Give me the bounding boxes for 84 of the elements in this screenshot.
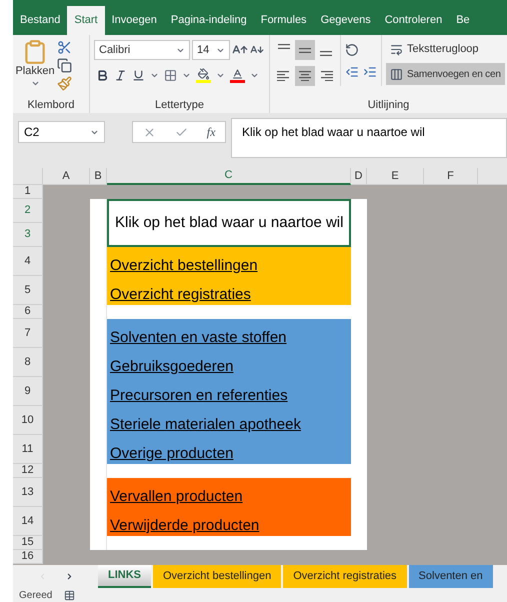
name-box[interactable]: C2: [18, 121, 105, 143]
row-header[interactable]: 12: [13, 464, 43, 478]
sheet-link[interactable]: Overige producten: [110, 446, 234, 461]
group-label: Uitlijning: [368, 98, 410, 113]
caret-icon[interactable]: [216, 71, 225, 80]
sheet-link[interactable]: Verwijderde producten: [110, 518, 260, 533]
row-header[interactable]: 3: [13, 223, 43, 247]
alignment-button[interactable]: [295, 66, 315, 86]
italic-icon[interactable]: [114, 69, 127, 82]
macro-record-icon[interactable]: [64, 590, 76, 600]
scissors-icon[interactable]: [57, 40, 72, 55]
sheet-link[interactable]: Overzicht bestellingen: [110, 258, 258, 273]
column-header[interactable]: C: [107, 168, 351, 185]
increase-indent-icon[interactable]: [363, 65, 377, 79]
row-header[interactable]: 16: [13, 550, 43, 564]
font-color-icon[interactable]: [230, 68, 245, 83]
merge-center-button[interactable]: Samenvoegen en cen: [386, 63, 505, 85]
ribbon-tab[interactable]: Formules: [254, 6, 314, 35]
row-header[interactable]: 6: [13, 305, 43, 319]
formula-field[interactable]: Klik op het blad waar u naartoe wil: [231, 118, 507, 158]
status-text: Gereed: [19, 588, 52, 602]
group-label: Lettertype: [155, 98, 204, 113]
ribbon-tab[interactable]: Pagina-indeling: [164, 6, 254, 35]
caret-icon[interactable]: [150, 71, 159, 80]
sheet-link[interactable]: Gebruiksgoederen: [110, 359, 234, 374]
enter-icon[interactable]: [174, 126, 188, 138]
align-left-icon: [277, 70, 291, 82]
copy-icon[interactable]: [57, 58, 72, 73]
bold-icon[interactable]: [96, 69, 109, 82]
column-header[interactable]: D: [351, 168, 367, 185]
merge-icon: [390, 68, 403, 80]
align-center-icon: [298, 70, 312, 82]
align-middle-icon: [299, 48, 311, 52]
cancel-icon[interactable]: [142, 126, 156, 138]
row-header[interactable]: 13: [13, 478, 43, 507]
caret-icon[interactable]: [182, 71, 191, 80]
row-header[interactable]: 10: [13, 406, 43, 435]
sheet-tab[interactable]: LINKS: [98, 565, 151, 588]
row-header[interactable]: 7: [13, 319, 43, 348]
caret-icon[interactable]: [250, 71, 259, 80]
wrap-text-button[interactable]: Tekstterugloop: [386, 38, 505, 60]
sheet-tab[interactable]: Overzicht bestellingen: [153, 565, 282, 588]
row-header[interactable]: 14: [13, 507, 43, 536]
sheet-link[interactable]: Steriele materialen apotheek: [110, 417, 301, 432]
row-header[interactable]: 1: [13, 185, 43, 199]
ribbon-tab[interactable]: Controleren: [378, 6, 450, 35]
fill-color-icon[interactable]: [196, 68, 211, 83]
align-right-icon: [319, 70, 333, 82]
ribbon-tab[interactable]: Gegevens: [314, 6, 378, 35]
decrease-indent-icon[interactable]: [345, 65, 359, 79]
sheet-link[interactable]: Overzicht registraties: [110, 287, 251, 302]
row-header[interactable]: 5: [13, 276, 43, 305]
alignment-button[interactable]: [295, 40, 315, 60]
row-header[interactable]: 2: [13, 199, 43, 223]
underline-icon[interactable]: [132, 69, 145, 82]
font-size-field[interactable]: 14: [192, 40, 230, 60]
insert-function-button[interactable]: fx: [206, 123, 216, 141]
row-header[interactable]: 11: [13, 435, 43, 464]
sheet-link[interactable]: Precursoren en referenties: [110, 388, 288, 403]
font-name-field[interactable]: Calibri: [94, 40, 190, 60]
borders-icon[interactable]: [164, 69, 177, 82]
align-top-icon: [278, 44, 290, 49]
column-header[interactable]: A: [43, 168, 90, 185]
column-header[interactable]: E: [367, 168, 424, 185]
ribbon-tab[interactable]: Start: [67, 6, 105, 35]
group-label: Klembord: [27, 98, 75, 113]
wrap-text-icon: [390, 42, 403, 56]
sheet-link[interactable]: Vervallen producten: [110, 489, 243, 504]
sheet-tab[interactable]: Solventen en: [408, 565, 493, 588]
column-header[interactable]: B: [90, 168, 107, 185]
row-header[interactable]: 9: [13, 377, 43, 406]
orientation-icon[interactable]: [345, 43, 359, 57]
row-header[interactable]: 4: [13, 247, 43, 276]
ribbon-tab[interactable]: Invoegen: [104, 6, 164, 35]
sheet-tab[interactable]: Overzicht registraties: [283, 565, 407, 588]
row-header[interactable]: 8: [13, 348, 43, 377]
sheet-link[interactable]: Solventen en vaste stoffen: [110, 330, 287, 345]
title-cell[interactable]: Klik op het blad waar u naartoe wil: [107, 199, 351, 247]
align-bottom-icon: [320, 51, 332, 56]
column-header[interactable]: F: [424, 168, 478, 185]
ribbon-tab[interactable]: Bestand: [13, 6, 68, 35]
paste-button[interactable]: Plakken: [17, 39, 53, 97]
ribbon-tab[interactable]: Be: [449, 6, 477, 35]
row-header[interactable]: 15: [13, 536, 43, 550]
